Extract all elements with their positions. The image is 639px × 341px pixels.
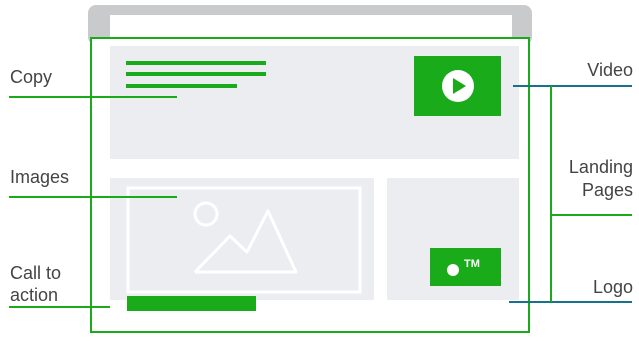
logo-dot-icon [447, 264, 459, 276]
call-to-action-label-line-2: action [10, 285, 59, 305]
browser-address-bar [110, 15, 512, 37]
logo-label: Logo [592, 277, 633, 297]
landing-pages-label-line-1: Landing [568, 157, 633, 177]
images-label: Images [10, 167, 70, 187]
call-to-action-button [127, 296, 256, 311]
call-to-action-label-line-1: Call to [10, 263, 62, 283]
landing-page-diagram: TM Copy Images Call to action Video Land… [0, 0, 639, 336]
landing-pages-label-line-2: Pages [581, 180, 633, 200]
video-label: Video [587, 60, 633, 80]
diagram-canvas: TM [9, 5, 632, 333]
copy-label: Copy [10, 67, 53, 87]
play-icon [442, 70, 474, 102]
trademark-mark: TM [464, 258, 480, 270]
